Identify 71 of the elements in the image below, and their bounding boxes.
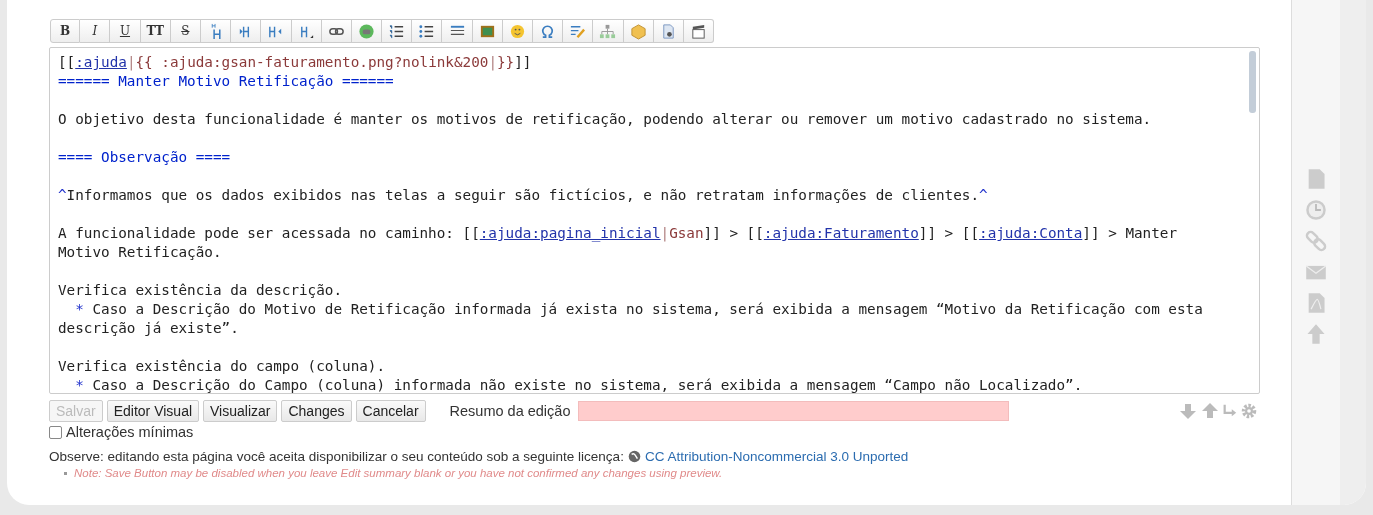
action-button[interactable]: Visualizar — [203, 400, 278, 422]
source-text: }} — [497, 54, 515, 70]
film-clapper-icon — [690, 22, 708, 40]
toolbar-button[interactable] — [261, 19, 292, 43]
toolbar-button[interactable] — [291, 19, 322, 43]
up-arrow-icon — [1305, 323, 1327, 345]
toolbar-button[interactable] — [533, 19, 564, 43]
toolbar-button[interactable] — [382, 19, 413, 43]
source-text: O objetivo desta funcionalidade é manter os motivos de retificação, podendo alterar ou remover um motivo cadastrado no sistema. — [58, 111, 1152, 127]
toolbar-button[interactable] — [442, 19, 473, 43]
note-text: Note: Save Button may be disabled when you leave Edit summary blank or you have not confirmed any changes using preview. — [74, 467, 723, 479]
source-text: ^ — [58, 187, 67, 203]
source-text: Verifica existência do campo (coluna). — [58, 358, 386, 374]
action-button[interactable]: Cancelar — [355, 400, 426, 422]
format-button[interactable]: B — [50, 19, 81, 43]
source-text: A funcionalidade pode ser acessada no caminho: [[ — [58, 225, 480, 241]
source-text: Caso a Descrição do Motivo de Retificação informada já exista no sistema, será exibida a mensagem “Motivo da Retificação com esta — [91, 301, 1203, 317]
toolbar-button[interactable] — [321, 19, 352, 43]
summary-label: Resumo da edição — [449, 403, 571, 419]
action-button[interactable]: Changes — [281, 400, 352, 422]
source-text: ^ — [979, 187, 988, 203]
wiki-link[interactable]: :ajuda:pagina_inicial — [479, 225, 661, 241]
action-button[interactable]: Editor Visual — [106, 400, 200, 422]
source-text: Informamos que os dados exibidos nas telas a seguir são fictícios, e não retratam informações de clientes. — [66, 187, 979, 203]
clock-icon — [1305, 199, 1327, 221]
source-text: ]] > [[ — [703, 225, 764, 241]
wiki-link[interactable]: :ajuda:Faturamento — [763, 225, 919, 241]
format-button[interactable]: S — [170, 19, 201, 43]
source-text: ]] > [[ — [918, 225, 980, 241]
source-text: ]] > Manter — [1082, 225, 1178, 241]
scrollbar-thumb[interactable] — [1249, 51, 1256, 113]
source-text: * — [75, 377, 84, 393]
toolbar-button[interactable] — [231, 19, 262, 43]
chain-link-icon — [1305, 230, 1327, 252]
source-text: * — [75, 301, 84, 317]
license-link[interactable]: CC Attribution-Noncommercial 3.0 Unported — [644, 449, 909, 464]
smiley-icon — [508, 22, 526, 40]
source-text: | — [660, 225, 670, 241]
toolbar-button[interactable] — [351, 19, 383, 43]
toolbar-button[interactable] — [563, 19, 594, 43]
source-text: | — [126, 54, 136, 70]
wiki-link[interactable]: :ajuda:Conta — [979, 225, 1083, 241]
source-text: | — [488, 54, 497, 70]
source-text: Caso a Descrição do Campo (coluna) informada não existe no sistema, será exibida a mensagem “Campo não Localizado”. — [91, 377, 1083, 393]
numbered-list-icon — [388, 22, 406, 40]
source-text: Motivo Retificação. — [58, 244, 222, 260]
source-text: {{ :ajuda:gsan-faturamento.png?nolink&200 — [135, 54, 489, 70]
up-arrow-icon — [1200, 402, 1220, 420]
toolbar-button[interactable] — [683, 19, 715, 43]
source-text: [[ — [58, 54, 76, 70]
minor-edit-checkbox[interactable]: Alterações mínimas — [49, 424, 194, 440]
source-text: ====== Manter Motivo Retificação ====== — [58, 73, 394, 89]
toolbar-button[interactable] — [472, 19, 503, 43]
wiki-source-editor[interactable] — [49, 47, 1260, 394]
summary-field[interactable] — [578, 401, 1010, 421]
source-text: descrição já existe”. — [58, 320, 239, 336]
source-text: Verifica existência da descrição. — [58, 282, 343, 298]
source-text: Gsan — [669, 225, 704, 241]
format-button[interactable]: I — [80, 19, 111, 43]
settings-icon — [1240, 402, 1258, 420]
heading-icon — [210, 22, 221, 40]
wiki-link[interactable]: :ajuda — [75, 54, 127, 70]
format-button[interactable]: TT — [140, 19, 171, 43]
format-button[interactable]: U — [110, 19, 141, 43]
toolbar-button[interactable] — [412, 19, 443, 43]
license-text: Observe: editando esta página você aceita disponibilizar o seu conteúdo sob a seguinte licença: — [49, 449, 624, 464]
source-text: ]] — [514, 54, 532, 70]
source-text: ==== Observação ==== — [58, 149, 231, 165]
down-arrow-icon — [1178, 402, 1198, 420]
hierarchy-icon — [599, 22, 617, 40]
bullet-list-icon — [418, 22, 436, 40]
